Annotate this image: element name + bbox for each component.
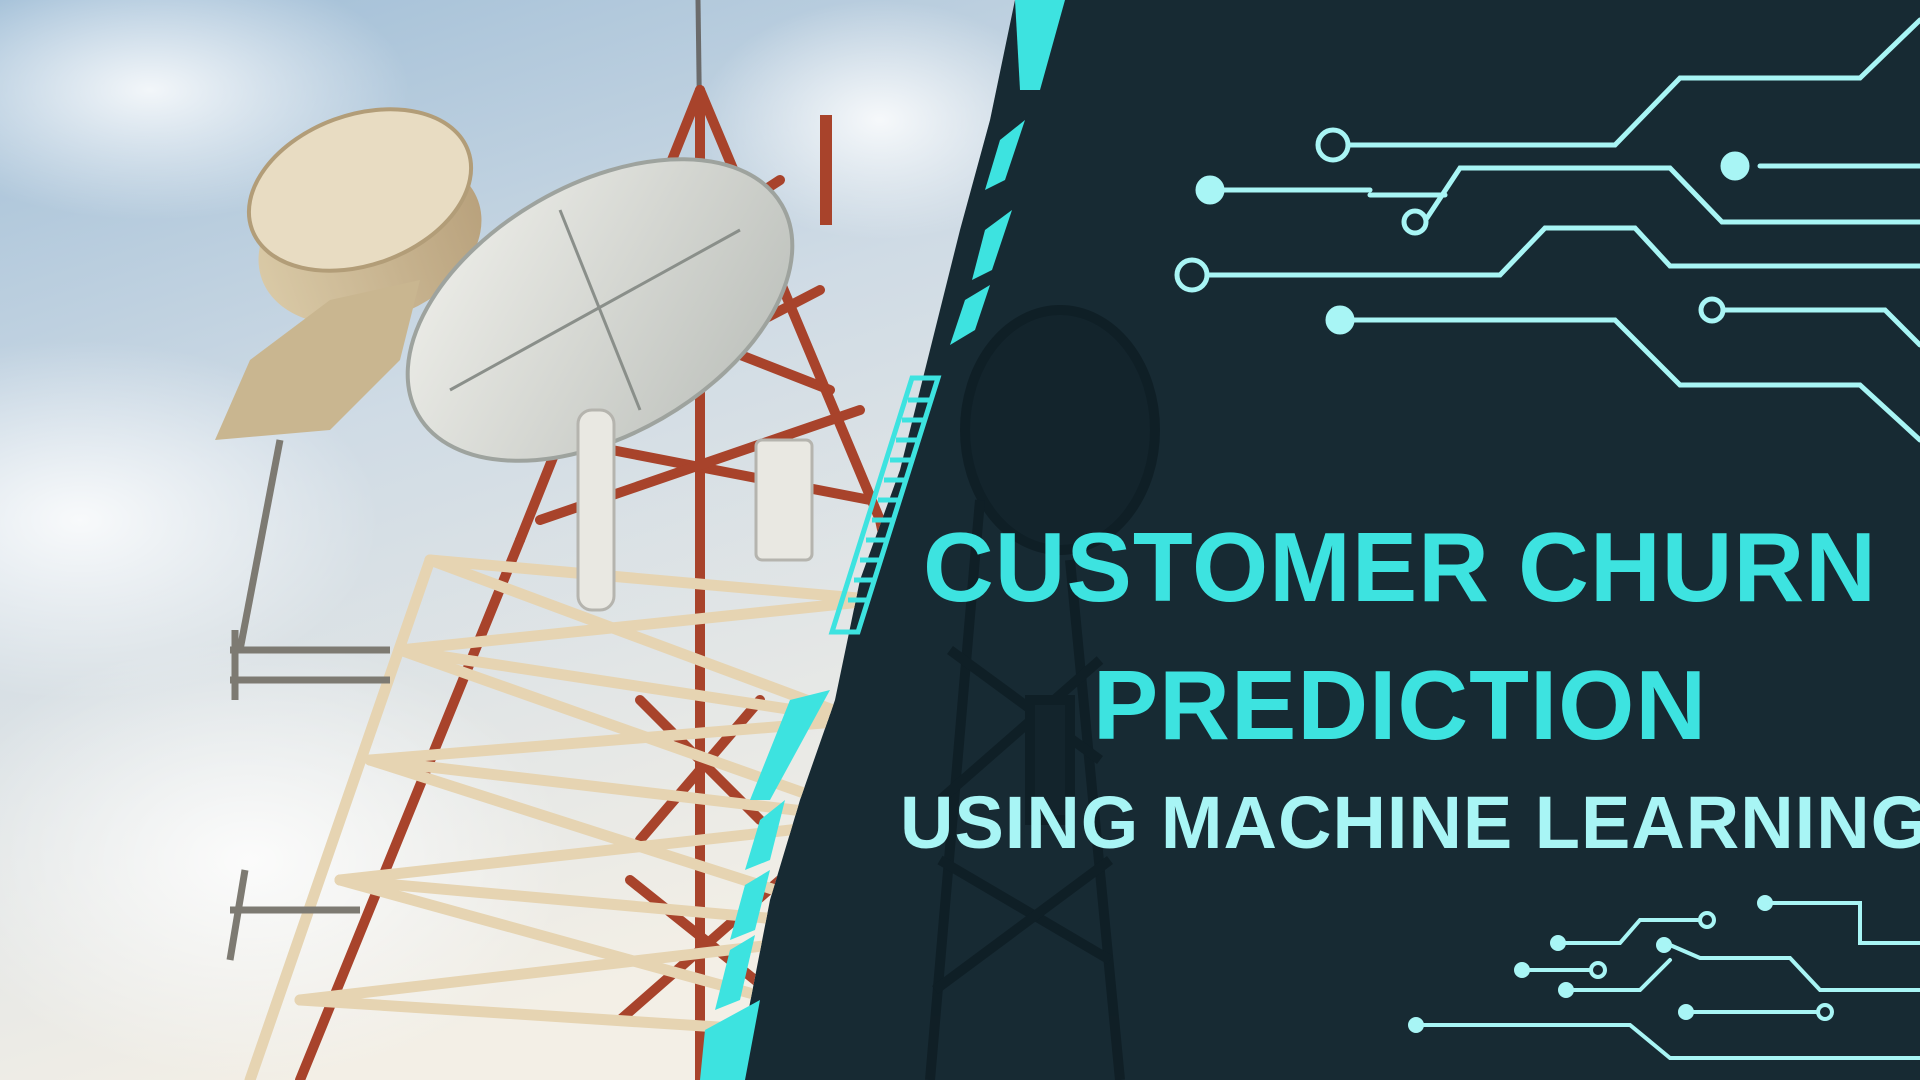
headline-line-1: CUSTOMER CHURN bbox=[922, 512, 1878, 622]
headline-subtitle: USING MACHINE LEARNING bbox=[900, 781, 1920, 864]
headline-line-2: PREDICTION bbox=[1092, 650, 1708, 760]
